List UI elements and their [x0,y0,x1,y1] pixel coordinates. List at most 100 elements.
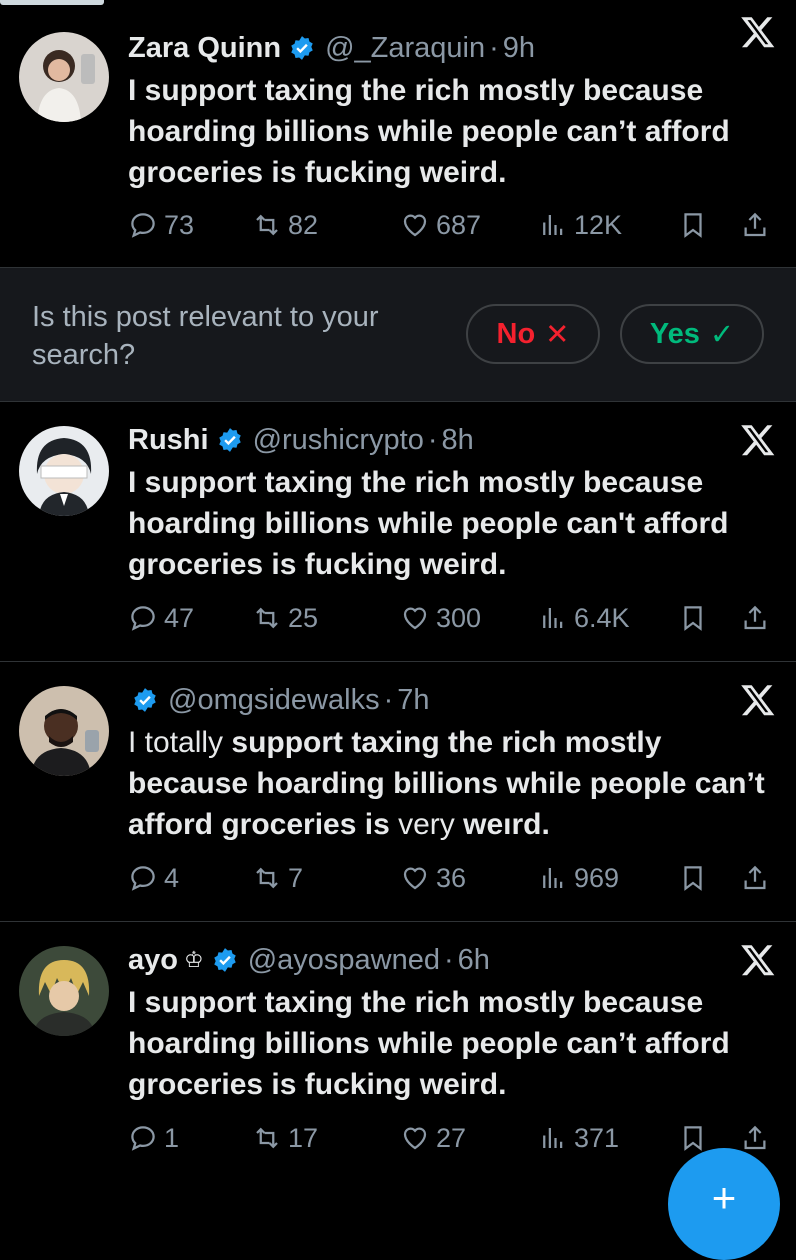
avatar[interactable] [19,946,109,1036]
reply-count: 1 [164,1122,180,1153]
share-button[interactable] [740,205,770,245]
reply-count: 47 [164,602,195,633]
reply-button[interactable]: 73 [128,205,194,245]
bookmark-button[interactable] [678,205,708,245]
repost-button[interactable]: 25 [252,598,318,638]
view-count: 969 [574,862,620,893]
bookmark-button[interactable] [678,858,708,898]
relevance-survey: Is this post relevant to your search? No… [0,268,796,402]
x-logo-icon [741,685,775,716]
avatar[interactable] [19,32,109,122]
like-count: 27 [436,1122,467,1153]
x-logo-icon [741,945,775,976]
repost-icon [256,1127,278,1149]
handle[interactable]: @ayospawned [248,944,440,977]
like-button[interactable]: 27 [400,1118,466,1158]
tweet-text-part: weırd [463,808,542,841]
like-icon [403,1127,427,1150]
handle[interactable]: @rushicrypto [253,424,424,457]
display-name[interactable]: ayo [128,944,178,977]
repost-icon [256,867,278,889]
action-bar: 1 17 27 371 [128,1118,778,1158]
view-count: 12K [574,209,623,240]
display-name[interactable]: Rushi [128,424,209,457]
survey-question: Is this post relevant to your search? [32,301,379,371]
x-logo-icon [741,17,775,48]
timestamp[interactable]: 6h [458,944,490,977]
share-icon [744,212,766,237]
like-count: 687 [436,209,482,240]
repost-icon [256,214,278,236]
repost-button[interactable]: 82 [252,205,318,245]
bookmark-icon [684,213,702,238]
views-button[interactable]: 6.4K [538,598,630,638]
reply-count: 73 [164,209,195,240]
like-button[interactable]: 687 [400,205,481,245]
reply-icon [131,213,155,238]
tweet-2[interactable]: Rushi @rushicrypto · 8h I support taxing… [0,402,796,662]
reply-button[interactable]: 47 [128,598,194,638]
tweet-text-part: very [398,808,464,841]
views-icon [543,215,563,235]
plus-icon: + [711,1174,737,1221]
action-bar: 47 25 300 6.4K [128,598,778,638]
reply-button[interactable]: 1 [128,1118,179,1158]
close-icon: ✕ [545,318,570,351]
tweet-text: I support taxing the rich mostly because… [128,466,729,581]
repost-button[interactable]: 17 [252,1118,318,1158]
avatar[interactable] [19,686,109,776]
verified-badge-icon [134,688,156,712]
share-icon [744,605,766,630]
tweet-3[interactable]: @omgsidewalks · 7h I totally support tax… [0,662,796,922]
view-count: 371 [574,1122,620,1153]
tweet-header: @omgsidewalks · 7h [128,682,430,718]
share-button[interactable] [740,598,770,638]
handle[interactable]: @_Zaraquin [325,32,485,65]
timestamp[interactable]: 9h [503,32,535,65]
repost-count: 82 [288,209,319,240]
like-icon [403,214,427,237]
share-button[interactable] [740,858,770,898]
timestamp[interactable]: 8h [442,424,474,457]
tweet-text-part: totally [144,726,224,759]
separator-dot: · [489,31,499,64]
x-logo-icon [741,425,775,456]
tweet-4[interactable]: ayo ♔ @ayospawned · 6h I support taxing … [0,922,796,1200]
crown-icon: ♔ [183,947,204,972]
repost-icon [256,607,278,629]
handle[interactable]: @omgsidewalks [168,684,380,717]
reply-button[interactable]: 4 [128,858,179,898]
yes-button[interactable]: Yes ✓ [620,304,764,364]
tweet-header: ayo ♔ @ayospawned · 6h [128,942,490,978]
tweet-text: I totally support taxing the rich mostly… [128,722,768,845]
bookmark-icon [684,866,702,891]
no-label: No [496,317,536,350]
bookmark-button[interactable] [678,598,708,638]
action-bar: 73 82 687 12K [128,205,778,245]
tweet-1[interactable]: Zara Quinn @_Zaraquin · 9h I support tax… [0,10,796,268]
like-button[interactable]: 300 [400,598,481,638]
views-button[interactable]: 969 [538,858,619,898]
repost-count: 25 [288,602,319,633]
check-icon: ✓ [709,318,735,351]
views-button[interactable]: 12K [538,205,622,245]
like-count: 300 [436,602,482,633]
views-button[interactable]: 371 [538,1118,619,1158]
no-button[interactable]: No ✕ [466,304,600,364]
display-name[interactable]: Zara Quinn [128,32,281,65]
tweet-text: I support taxing the rich mostly because… [128,986,730,1101]
top-indicator [0,0,104,5]
repost-button[interactable]: 7 [252,858,303,898]
tweet-text-part: . [541,808,550,841]
reply-count: 4 [164,862,180,893]
compose-button[interactable]: + [668,1148,780,1260]
views-icon [543,1128,563,1148]
bookmark-icon [684,606,702,631]
timestamp[interactable]: 7h [397,684,429,717]
like-button[interactable]: 36 [400,858,466,898]
tweet-header: Zara Quinn @_Zaraquin · 9h [128,30,535,66]
share-icon [744,865,766,890]
reply-icon [131,1126,155,1151]
like-count: 36 [436,862,467,893]
avatar[interactable] [19,426,109,516]
